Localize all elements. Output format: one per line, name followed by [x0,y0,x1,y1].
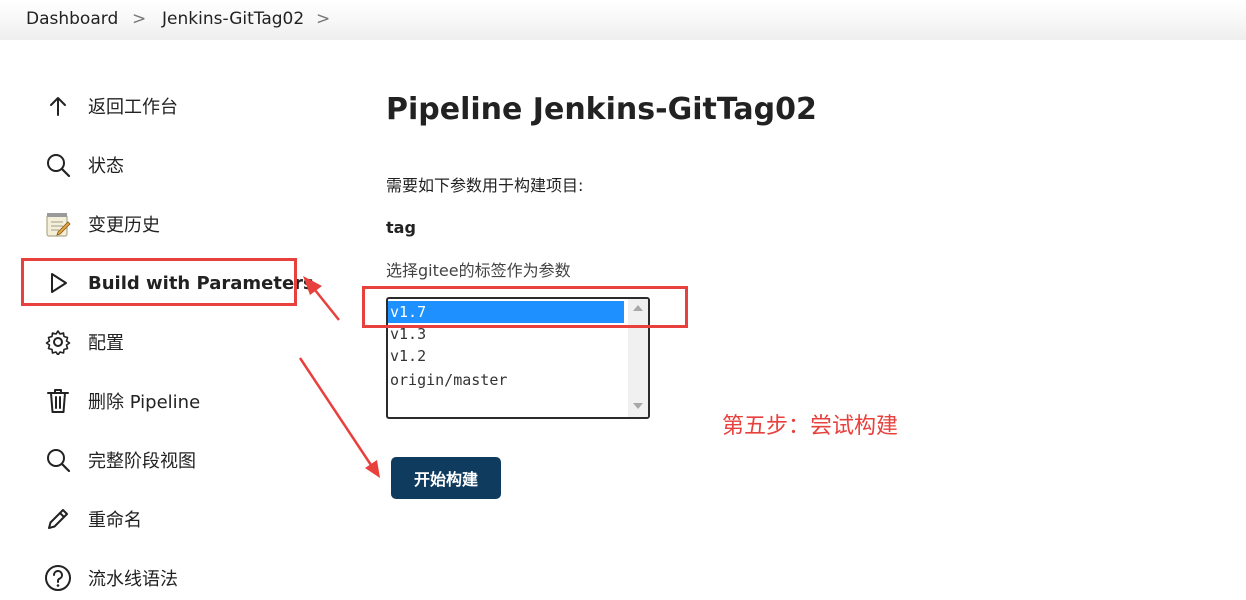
arrow-to-build-button-icon [298,357,380,478]
annotation-arrows [298,276,380,478]
arrow-to-sidebar-icon [303,276,340,321]
